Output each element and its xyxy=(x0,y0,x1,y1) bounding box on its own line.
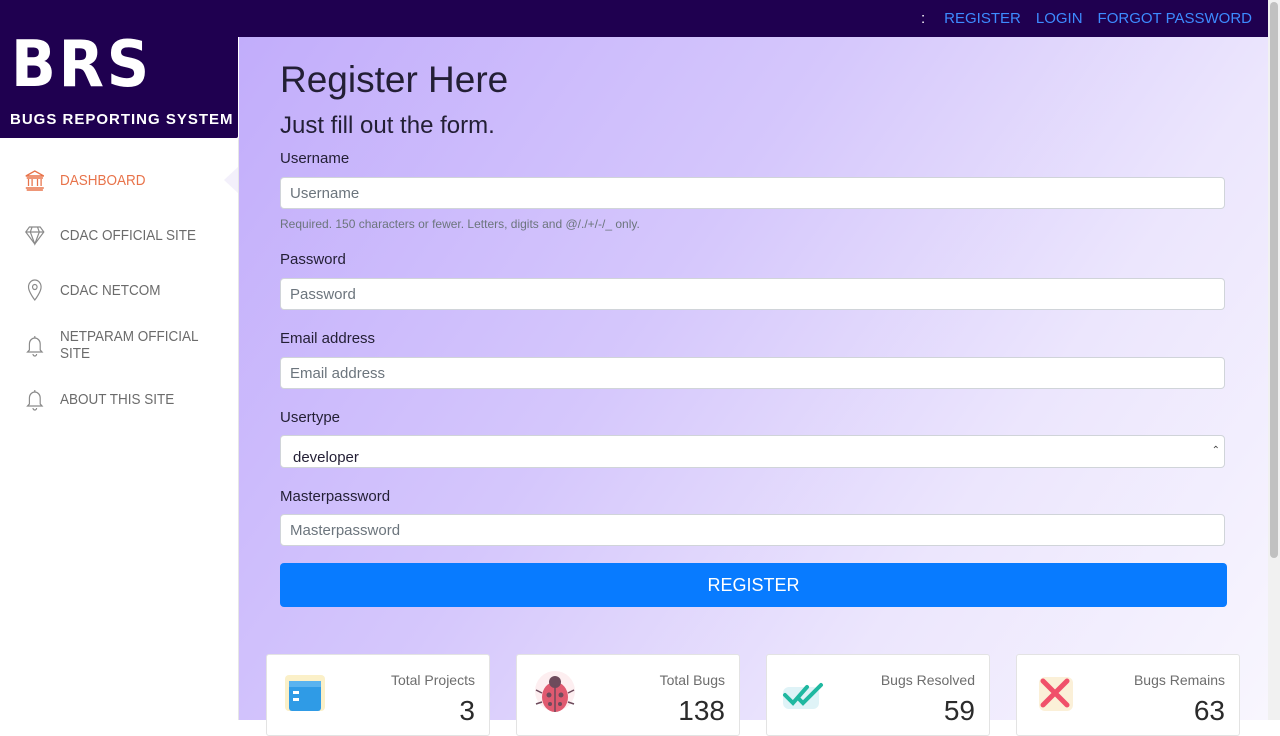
stat-value: 138 xyxy=(678,695,725,726)
top-nav-links: : REGISTER LOGIN FORGOT PASSWORD xyxy=(921,0,1252,37)
location-pin-icon xyxy=(24,278,46,302)
stat-card-bugs-resolved: Bugs Resolved 59 xyxy=(766,654,990,736)
bell-icon xyxy=(24,387,46,411)
stat-title: Bugs Resolved xyxy=(880,672,975,688)
forgot-password-link[interactable]: FORGOT PASSWORD xyxy=(1098,10,1252,27)
stat-card-total-projects: Total Projects 3 xyxy=(266,654,490,736)
diamond-icon xyxy=(24,223,46,247)
sidebar-item-label: ABOUT THIS SITE xyxy=(60,390,175,408)
logo-text: BRS xyxy=(11,28,152,102)
usertype-label: Usertype xyxy=(280,409,341,426)
chevron-down-icon: ⌃ xyxy=(1211,445,1220,456)
sidebar-item-dashboard[interactable]: DASHBOARD xyxy=(24,165,146,195)
sidebar: DASHBOARD CDAC OFFICIAL SITE CDAC NETCOM xyxy=(0,138,239,720)
sidebar-item-cdac-netcom[interactable]: CDAC NETCOM xyxy=(24,275,161,305)
username-input[interactable] xyxy=(280,177,1225,209)
email-input[interactable] xyxy=(280,357,1225,389)
stat-title: Total Bugs xyxy=(659,672,725,688)
double-check-icon xyxy=(781,669,829,717)
register-button[interactable]: REGISTER xyxy=(280,563,1227,607)
active-item-caret xyxy=(224,167,238,193)
bug-icon xyxy=(531,669,579,717)
stat-title: Total Projects xyxy=(390,672,475,688)
page-scrollbar[interactable] xyxy=(1268,0,1280,720)
logo-subtitle: BUGS REPORTING SYSTEM xyxy=(10,111,234,128)
stat-title: Bugs Remains xyxy=(1133,672,1225,688)
scrollbar-thumb[interactable] xyxy=(1270,2,1278,558)
username-label: Username xyxy=(280,150,350,167)
sidebar-item-cdac-official-site[interactable]: CDAC OFFICIAL SITE xyxy=(24,220,196,250)
stat-card-total-bugs: Total Bugs 138 xyxy=(516,654,740,736)
nav-separator: : xyxy=(921,10,926,27)
sidebar-item-label: DASHBOARD xyxy=(60,171,146,189)
sidebar-item-netparam-official-site[interactable]: NETPARAM OFFICIAL SITE xyxy=(24,328,217,362)
bank-icon xyxy=(24,168,46,192)
sidebar-item-label: CDAC NETCOM xyxy=(60,281,161,299)
register-link[interactable]: REGISTER xyxy=(944,10,1021,27)
usertype-select[interactable]: developer ⌃ xyxy=(280,435,1225,468)
stat-value: 3 xyxy=(459,695,475,726)
page-title: Register Here xyxy=(280,59,509,100)
main-content: Register Here Just fill out the form. Us… xyxy=(239,37,1268,720)
password-input[interactable] xyxy=(280,278,1225,310)
sidebar-item-about-this-site[interactable]: ABOUT THIS SITE xyxy=(24,384,174,414)
email-label: Email address xyxy=(280,330,376,347)
page-subtitle: Just fill out the form. xyxy=(280,112,495,139)
stat-value: 63 xyxy=(1193,695,1225,726)
close-x-icon xyxy=(1031,669,1079,717)
masterpassword-label: Masterpassword xyxy=(280,488,391,505)
username-help-text: Required. 150 characters or fewer. Lette… xyxy=(280,217,640,231)
masterpassword-input[interactable] xyxy=(280,514,1225,546)
stat-value: 59 xyxy=(943,695,975,726)
login-link[interactable]: LOGIN xyxy=(1036,10,1083,27)
usertype-selected-value: developer xyxy=(293,449,359,466)
stat-card-bugs-remains: Bugs Remains 63 xyxy=(1016,654,1240,736)
sidebar-item-label: NETPARAM OFFICIAL SITE xyxy=(60,328,199,362)
sidebar-item-label: CDAC OFFICIAL SITE xyxy=(60,226,197,244)
password-label: Password xyxy=(280,251,346,268)
bell-icon xyxy=(24,333,46,357)
brand-logo[interactable]: BRS BUGS REPORTING SYSTEM xyxy=(0,0,238,138)
folder-icon xyxy=(281,669,329,717)
